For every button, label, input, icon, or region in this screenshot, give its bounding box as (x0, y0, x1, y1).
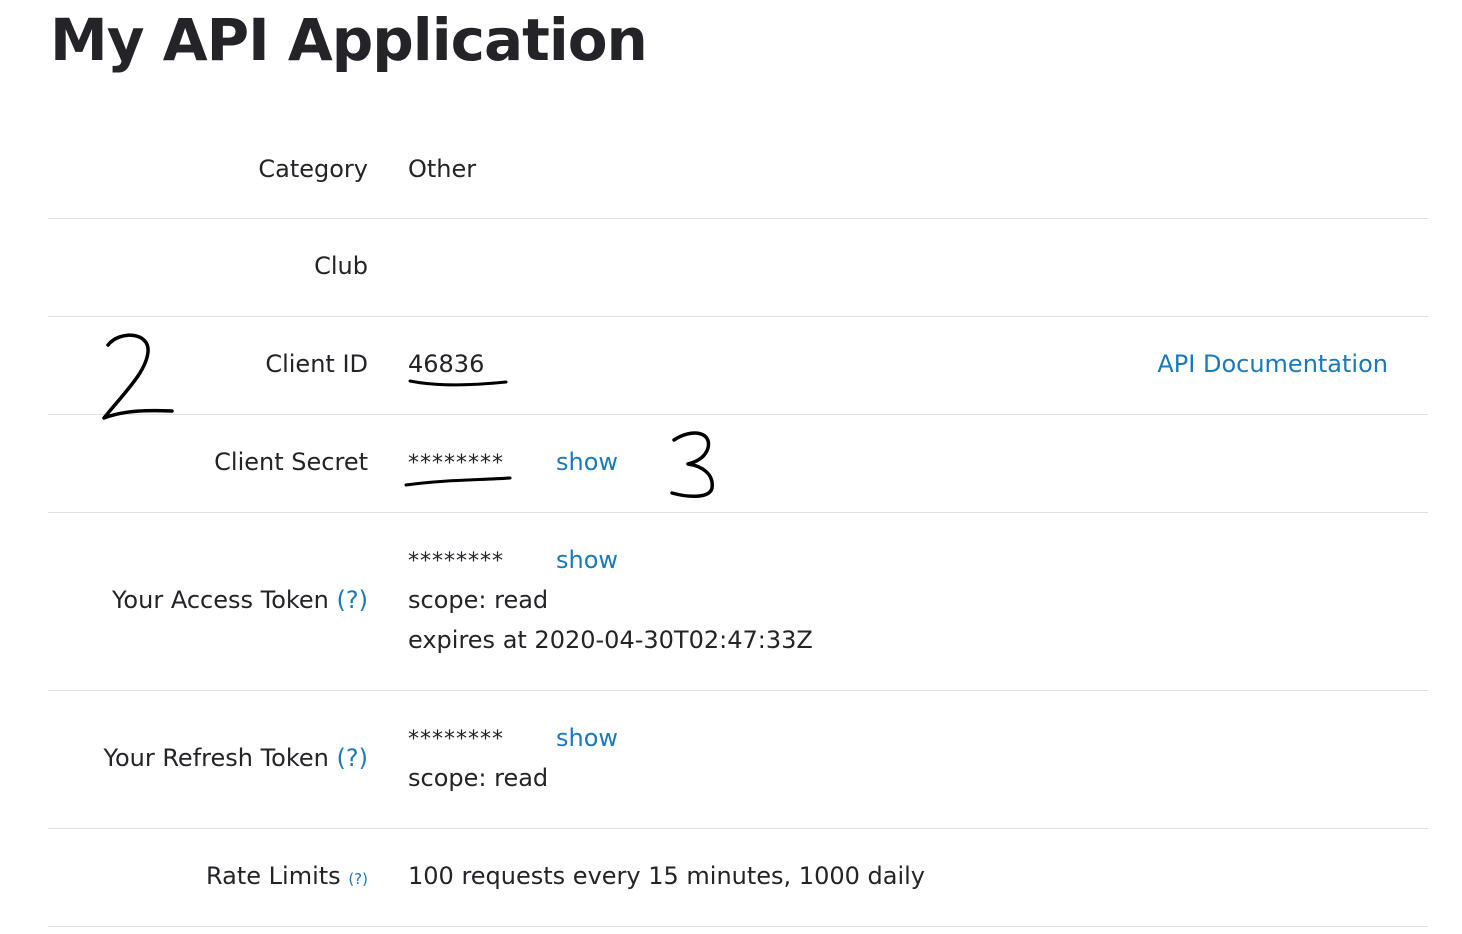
client-id-label: Client ID (265, 350, 368, 378)
category-label: Category (258, 155, 368, 183)
access-token-label: Your Access Token (?) (112, 580, 368, 620)
rate-limits-label: Rate Limits (?) (206, 856, 368, 899)
access-token-show-link[interactable]: show (556, 546, 618, 574)
access-token-label-text: Your Access Token (111, 586, 329, 614)
club-label: Club (314, 252, 368, 280)
client-secret-masked: ******** (408, 451, 504, 476)
access-token-expires: expires at 2020-04-30T02:47:33Z (408, 626, 813, 654)
club-row: Club (48, 219, 1428, 317)
category-row: Category Other (48, 120, 1428, 219)
category-value: Other (408, 155, 477, 183)
client-secret-row: Client Secret ******** show (48, 415, 1428, 513)
client-id-value: 46836 (408, 350, 485, 378)
access-token-line: ******** show (408, 540, 813, 580)
settings-table: Category Other Club Client ID 46836 API … (48, 120, 1428, 927)
access-token-value: ******** show scope: read expires at 2020… (408, 540, 813, 660)
refresh-token-line: ******** show (408, 718, 618, 758)
access-token-masked: ******** (408, 549, 504, 574)
refresh-token-masked: ******** (408, 727, 504, 752)
rate-limits-label-text: Rate Limits (206, 862, 341, 890)
refresh-token-scope: scope: read (408, 764, 549, 792)
rate-limits-value: 100 requests every 15 minutes, 1000 dail… (408, 862, 925, 890)
refresh-token-label: Your Refresh Token (?) (103, 738, 368, 778)
refresh-token-help-link[interactable]: (?) (337, 744, 368, 772)
refresh-token-row: Your Refresh Token (?) ******** show scop… (48, 691, 1428, 829)
access-token-scope: scope: read (408, 586, 549, 614)
rate-limits-row: Rate Limits (?) 100 requests every 15 mi… (48, 829, 1428, 927)
client-secret-value: ******** show (408, 442, 618, 484)
client-secret-label: Client Secret (214, 448, 368, 476)
refresh-token-value: ******** show scope: read (408, 718, 618, 798)
page-title: My API Application (50, 6, 648, 74)
client-secret-show-link[interactable]: show (556, 448, 618, 476)
access-token-row: Your Access Token (?) ******** show scope… (48, 513, 1428, 691)
api-application-page: My API Application Category Other Club C… (0, 0, 1462, 934)
refresh-token-show-link[interactable]: show (556, 724, 618, 752)
refresh-token-label-text: Your Refresh Token (103, 744, 329, 772)
client-id-row: Client ID 46836 API Documentation (48, 317, 1428, 415)
access-token-help-link[interactable]: (?) (337, 586, 368, 614)
rate-limits-help-link[interactable]: (?) (348, 870, 368, 888)
api-documentation-link[interactable]: API Documentation (1157, 344, 1388, 384)
